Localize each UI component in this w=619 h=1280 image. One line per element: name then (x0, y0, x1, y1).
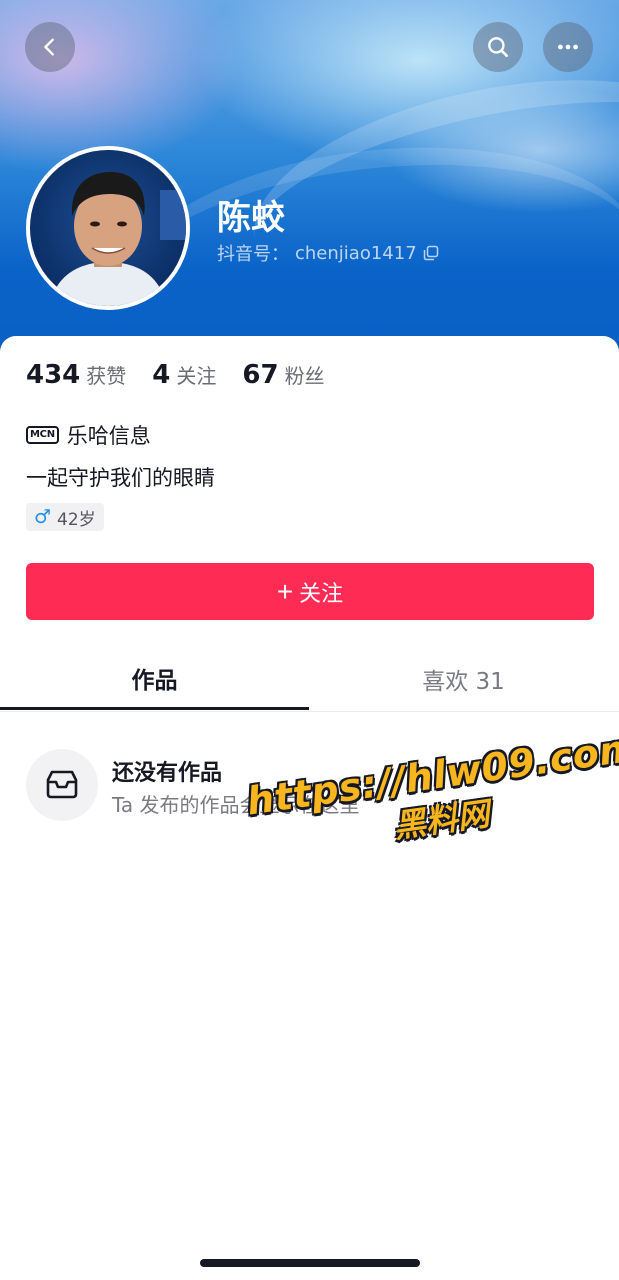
chevron-left-icon (44, 38, 54, 56)
inbox-tray-icon (46, 770, 78, 799)
search-icon (488, 37, 508, 57)
more-dots-icon (558, 44, 578, 50)
tab-likes[interactable]: 喜欢 31 (309, 648, 618, 710)
stat-likes[interactable]: 434 获赞 (26, 360, 126, 390)
male-icon: ♂ (34, 506, 52, 528)
back-button[interactable] (25, 22, 75, 72)
profile-name: 陈蛟 (217, 198, 285, 238)
stat-likes-label: 获赞 (86, 364, 127, 388)
follow-button[interactable]: + 关注 (26, 563, 594, 620)
stat-following-value: 4 (152, 360, 171, 390)
plus-icon: + (276, 575, 294, 607)
douyin-id: 抖音号： chenjiao1417 (217, 240, 439, 266)
tab-works-label: 作品 (131, 667, 178, 694)
douyin-id-label: 抖音号： (217, 244, 289, 265)
stat-following-label: 关注 (176, 364, 217, 388)
mcn-icon: MCN (26, 426, 59, 444)
empty-state-icon-bg (26, 749, 98, 821)
age-gender-tag: ♂ 42岁 (26, 503, 104, 531)
more-button[interactable] (543, 22, 593, 72)
avatar[interactable] (26, 146, 190, 310)
empty-state-title: 还没有作品 (112, 761, 223, 786)
stat-followers-label: 粉丝 (284, 364, 325, 388)
mcn-name: 乐哈信息 (66, 424, 151, 448)
stat-followers[interactable]: 67 粉丝 (242, 360, 324, 390)
stat-likes-value: 434 (26, 360, 81, 390)
copy-icon[interactable] (423, 245, 439, 261)
bio-text: 一起守护我们的眼睛 (26, 466, 215, 490)
avatar-photo (50, 172, 186, 306)
follow-button-label: 关注 (299, 580, 344, 606)
douyin-id-value: chenjiao1417 (295, 242, 417, 264)
search-button[interactable] (473, 22, 523, 72)
stats-row: 434 获赞 4 关注 67 粉丝 (26, 360, 351, 390)
stat-following[interactable]: 4 关注 (152, 360, 216, 390)
tab-likes-label: 喜欢 31 (422, 669, 505, 695)
stat-followers-value: 67 (242, 360, 279, 390)
tab-works[interactable]: 作品 (0, 648, 309, 710)
mcn-row[interactable]: MCN 乐哈信息 (26, 420, 151, 450)
profile-tabs: 作品 喜欢 31 (0, 648, 619, 712)
age-text: 42岁 (57, 509, 96, 530)
home-indicator[interactable] (200, 1259, 420, 1267)
